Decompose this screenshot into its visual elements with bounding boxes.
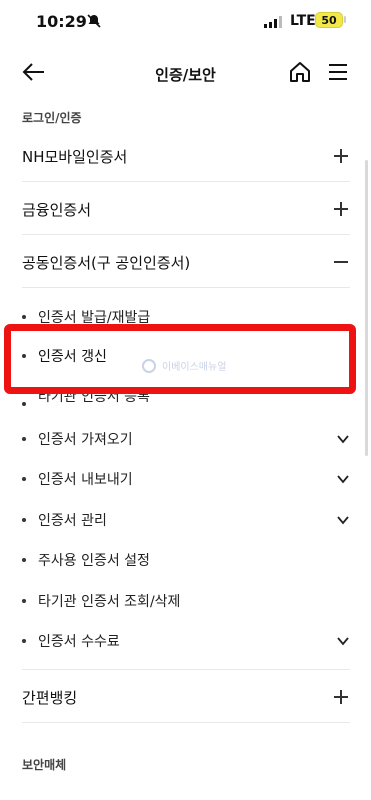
sub-item-manage[interactable]: 인증서 관리 — [22, 505, 350, 535]
sub-item-label: 인증서 가져오기 — [38, 432, 133, 448]
sub-item-label: 인증서 관리 — [38, 513, 107, 529]
sub-item-label: 타기관 인증서 등록 — [38, 394, 150, 405]
row-label: NH모바일인증서 — [22, 147, 128, 166]
row-simple-banking[interactable]: 간편뱅킹 — [22, 672, 350, 722]
sub-item-label: 인증서 발급/재발급 — [38, 310, 151, 324]
app-header: 인증/보안 — [0, 48, 371, 100]
watermark-icon — [142, 358, 156, 373]
sub-item-label: 인증서 갱신 — [38, 349, 107, 365]
section-label-security-media: 보안매체 — [22, 758, 67, 772]
network-label: LTE — [290, 13, 316, 29]
sub-item-import[interactable]: 인증서 가져오기 — [22, 424, 350, 454]
chevron-down-icon[interactable] — [336, 432, 350, 446]
scrollbar[interactable] — [365, 160, 368, 456]
chevron-down-icon[interactable] — [336, 634, 350, 648]
sub-item-fee[interactable]: 인증서 수수료 — [22, 626, 350, 656]
battery-level: 50 — [321, 13, 337, 27]
plus-icon[interactable] — [334, 689, 350, 705]
home-icon[interactable] — [288, 60, 312, 84]
signal-icon — [264, 16, 282, 28]
sub-item-label: 주사용 인증서 설정 — [38, 553, 150, 569]
divider — [22, 234, 350, 235]
sub-item-export[interactable]: 인증서 내보내기 — [22, 464, 350, 494]
bell-muted-icon — [87, 14, 101, 28]
divider — [22, 722, 350, 723]
row-joint-cert[interactable]: 공동인증서(구 공인인증서) — [22, 237, 350, 287]
row-nh-mobile-cert[interactable]: NH모바일인증서 — [22, 131, 350, 181]
status-time: 10:29 — [36, 12, 87, 31]
battery-cap — [344, 16, 346, 23]
sub-item-personal-setting[interactable]: 주사용 인증서 설정 — [22, 545, 350, 575]
plus-icon[interactable] — [334, 148, 350, 164]
chevron-down-icon[interactable] — [336, 472, 350, 486]
bullet — [22, 437, 26, 441]
watermark-text: 이베이스매뉴얼 — [162, 362, 227, 373]
section-label-login-auth: 로그인/인증 — [22, 111, 82, 125]
plus-icon[interactable] — [334, 201, 350, 217]
divider — [22, 669, 350, 670]
row-label: 공동인증서(구 공인인증서) — [22, 253, 191, 272]
watermark: 이베이스매뉴얼 — [142, 358, 226, 373]
sub-item-label: 인증서 수수료 — [38, 634, 120, 650]
chevron-down-icon[interactable] — [336, 513, 350, 527]
sub-item-renew[interactable]: 인증서 갱신 — [22, 346, 107, 366]
sub-item-register-other[interactable]: 타기관 인증서 등록 — [22, 394, 150, 406]
bullet — [22, 477, 26, 481]
bullet — [22, 315, 26, 319]
sub-item-issue[interactable]: 인증서 발급/재발급 — [22, 310, 150, 324]
row-label: 금융인증서 — [22, 200, 92, 219]
sub-item-label: 타기관 인증서 조회/삭제 — [38, 594, 181, 610]
battery-icon: 50 — [315, 12, 343, 28]
menu-icon[interactable] — [326, 60, 350, 84]
bullet — [22, 599, 26, 603]
sub-item-other-view-delete[interactable]: 타기관 인증서 조회/삭제 — [22, 586, 350, 616]
bullet — [22, 639, 26, 643]
sub-item-label: 인증서 내보내기 — [38, 472, 133, 488]
page-title: 인증/보안 — [155, 66, 216, 84]
minus-icon[interactable] — [334, 254, 350, 270]
divider — [22, 181, 350, 182]
status-bar: 10:29 LTE 50 — [0, 0, 371, 48]
bullet — [22, 558, 26, 562]
row-label: 간편뱅킹 — [22, 688, 78, 707]
bullet — [22, 354, 26, 358]
bullet — [22, 518, 26, 522]
divider — [22, 287, 350, 288]
bullet — [22, 402, 26, 406]
row-financial-cert[interactable]: 금융인증서 — [22, 184, 350, 234]
